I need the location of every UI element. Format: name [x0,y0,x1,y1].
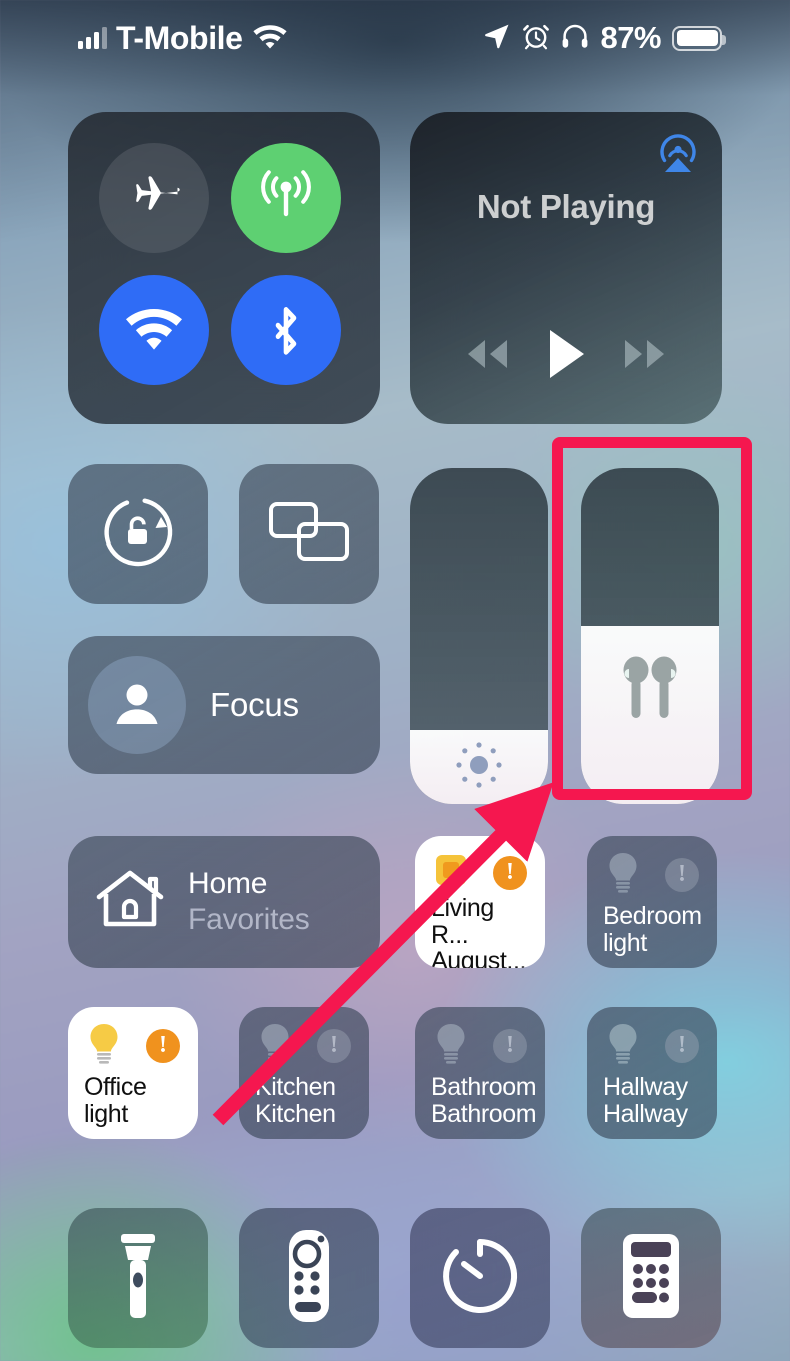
accessory-header: ! [431,850,531,895]
accessory-header: ! [603,850,703,899]
status-badge: ! [146,1028,180,1063]
flashlight-icon [115,1230,161,1327]
brightness-slider[interactable] [410,468,548,804]
alarm-clock-icon [522,22,550,55]
accessory-line-2: August... [431,947,527,968]
accessory-header: ! [603,1021,703,1070]
accessory-name: Office light [84,1074,184,1127]
accessory-line-1: Kitchen [255,1073,336,1101]
cellular-tower-icon [255,165,317,232]
carrier-label: T-Mobile [116,19,243,56]
wifi-icon [123,304,185,357]
connectivity-module [68,112,380,424]
accessory-line-1: Bedroom [603,902,702,930]
home-title: Home [188,867,268,900]
media-transport-controls [410,328,722,380]
accessory-tile-kitchen-light[interactable]: ! Kitchen Kitchen [239,1007,369,1139]
lightbulb-icon [84,1021,124,1070]
focus-button[interactable]: Focus [68,636,380,774]
accessory-tile-living-room-august[interactable]: ! Living R... August... [415,836,545,968]
lock-square-icon [431,850,471,895]
accessory-header: ! [255,1021,355,1070]
accessory-line-2: Hallway [603,1099,688,1128]
status-badge: ! [317,1028,351,1063]
accessory-line-1: Hallway [603,1073,688,1101]
accessory-line-2: light [84,1099,128,1128]
focus-label: Focus [210,686,299,723]
battery-icon [672,25,726,51]
status-bar-left: T-Mobile [78,20,288,57]
accessory-tile-office-light[interactable]: ! Office light [68,1007,198,1139]
home-subtitle: Favorites [188,903,310,936]
accessory-tile-hallway-light[interactable]: ! Hallway Hallway [587,1007,717,1139]
lightbulb-icon [255,1021,295,1070]
accessory-name: Living R... August... [431,895,531,968]
fast-forward-button[interactable] [617,336,673,372]
accessory-name: Kitchen Kitchen [255,1074,355,1127]
accessory-tile-bathroom-light[interactable]: ! Bathroom Bathroom [415,1007,545,1139]
home-text: Home Favorites [188,867,310,937]
timer-icon [438,1234,522,1323]
lightbulb-icon [603,850,643,899]
remote-control-icon [283,1228,335,1329]
bluetooth-icon [264,296,308,365]
accessory-line-2: light [603,928,647,957]
screen-mirroring-button[interactable] [239,464,379,604]
now-playing-module[interactable]: Not Playing [410,112,722,424]
accessory-line-1: Living R... [431,894,494,949]
person-icon [88,656,186,754]
accessory-tile-bedroom-light[interactable]: ! Bedroom light [587,836,717,968]
accessory-header: ! [431,1021,531,1070]
status-badge: ! [665,857,699,892]
lightbulb-icon [431,1021,471,1070]
accessory-line-2: Kitchen [255,1099,336,1128]
wifi-icon [252,22,288,54]
lightbulb-icon [603,1021,643,1070]
airplay-audio-icon[interactable] [654,130,702,178]
accessory-name: Hallway Hallway [603,1074,703,1127]
wifi-button[interactable] [99,275,209,385]
volume-slider-fill [581,625,719,804]
accessory-header: ! [84,1021,184,1070]
rotation-lock-button[interactable] [68,464,208,604]
accessory-name: Bedroom light [603,903,703,956]
calculator-button[interactable] [581,1208,721,1348]
accessory-name: Bathroom Bathroom [431,1073,537,1128]
bluetooth-button[interactable] [231,275,341,385]
headphones-icon [561,22,589,55]
status-bar: T-Mobile 87% [0,0,790,76]
now-playing-title: Not Playing [476,188,656,225]
flashlight-button[interactable] [68,1208,208,1348]
timer-button[interactable] [410,1208,550,1348]
brightness-sun-icon [448,734,510,801]
accessory-line-1: Bathroom [431,1073,537,1101]
calculator-icon [621,1232,681,1325]
status-badge: ! [665,1028,699,1063]
brightness-slider-fill [410,730,548,804]
battery-percent-label: 87% [600,20,661,55]
cellular-bars-icon [78,27,107,49]
status-badge: ! [493,1028,527,1063]
play-button[interactable] [544,328,588,380]
apple-tv-remote-button[interactable] [239,1208,379,1348]
house-icon [94,867,166,938]
accessory-line-2: Bathroom [431,1099,537,1128]
cellular-data-button[interactable] [231,143,341,253]
home-button[interactable]: Home Favorites [68,836,380,968]
rewind-button[interactable] [459,336,515,372]
screen-mirroring-icon [266,498,352,571]
airpods-icon [615,652,685,733]
volume-slider[interactable] [581,468,719,804]
airplane-mode-button[interactable] [99,143,209,253]
accessory-line-1: Office [84,1073,147,1101]
status-bar-right: 87% [483,20,726,56]
status-badge: ! [493,855,527,890]
location-arrow-icon [483,22,511,55]
airplane-icon [125,167,183,230]
rotation-lock-open-icon [97,491,179,578]
